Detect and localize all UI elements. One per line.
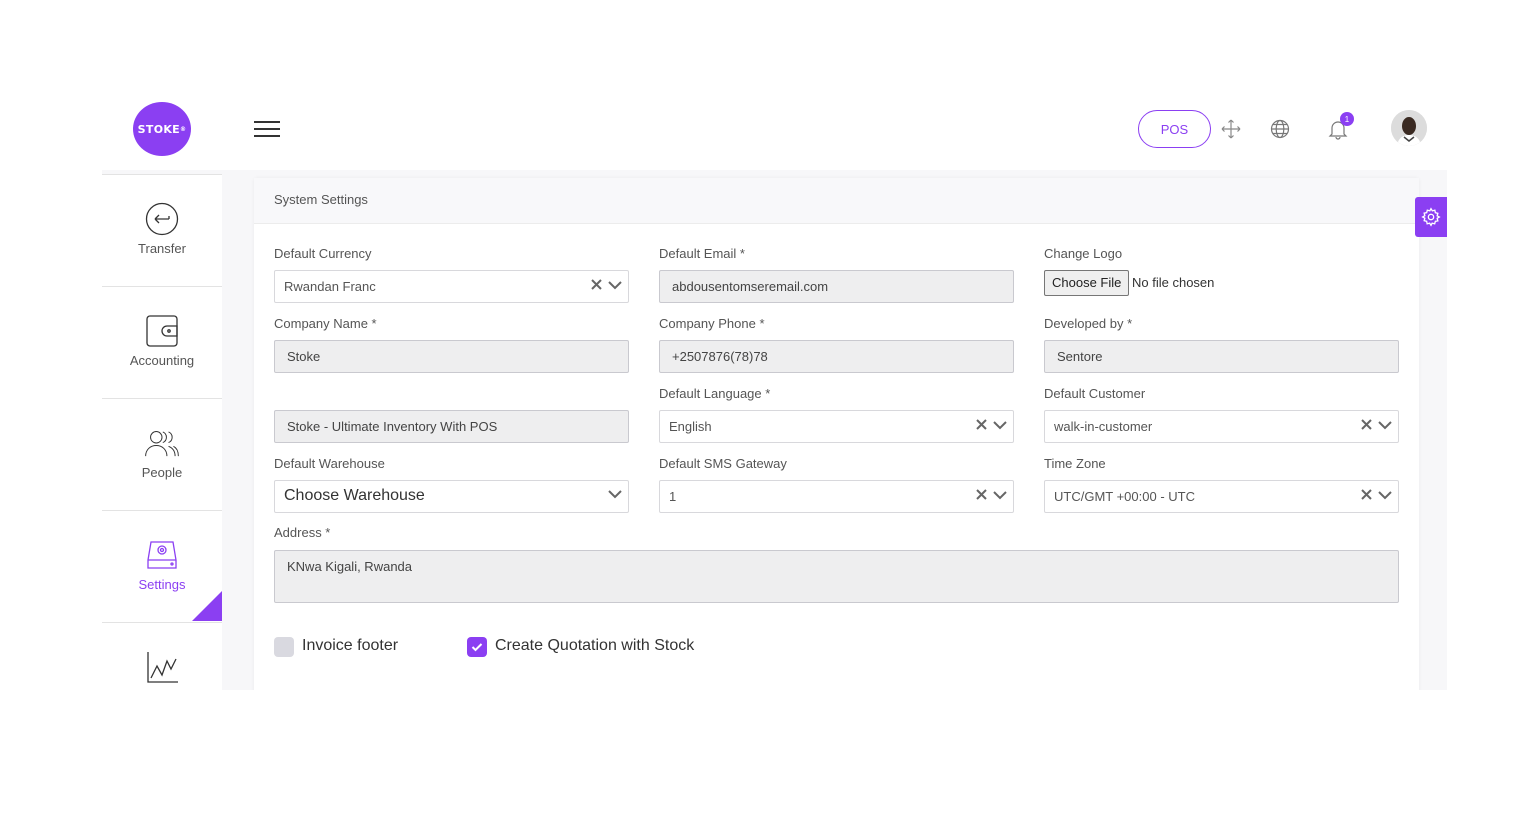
address-label: Address *	[274, 525, 331, 540]
gear-icon	[1421, 207, 1441, 227]
developed-by-input[interactable]: Sentore	[1044, 340, 1399, 373]
default-currency-select[interactable]: Rwandan Franc	[274, 270, 629, 303]
clear-icon[interactable]	[591, 279, 602, 290]
chevron-down-icon[interactable]	[608, 489, 622, 499]
top-header: STOKE ® POS 1	[102, 88, 1447, 170]
clear-icon[interactable]	[1361, 419, 1372, 430]
footer-text-input[interactable]: Stoke - Ultimate Inventory With POS	[274, 410, 629, 443]
sidebar-item-people[interactable]: People	[102, 398, 222, 509]
sidebar: Transfer Accounting People Settings	[102, 174, 222, 690]
clear-icon[interactable]	[976, 419, 987, 430]
address-textarea[interactable]: KNwa Kigali, Rwanda	[274, 550, 1399, 603]
quotation-with-stock-label: Create Quotation with Stock	[495, 637, 695, 654]
change-logo-label: Change Logo	[1044, 246, 1123, 261]
chevron-down-icon[interactable]	[1378, 420, 1392, 430]
default-sms-gateway-select[interactable]: 1	[659, 480, 1014, 513]
wallet-icon	[144, 313, 180, 349]
app-window: STOKE ® POS 1 Transfer Accounting People…	[102, 88, 1447, 690]
default-customer-select[interactable]: walk-in-customer	[1044, 410, 1399, 443]
chevron-down-icon[interactable]	[1378, 490, 1392, 500]
logo-text: STOKE	[137, 122, 180, 136]
default-customer-label: Default Customer	[1044, 386, 1146, 401]
time-zone-value: UTC/GMT +00:00 - UTC	[1054, 489, 1195, 504]
default-customer-value: walk-in-customer	[1054, 419, 1153, 434]
pos-button[interactable]: POS	[1138, 110, 1211, 148]
company-phone-label: Company Phone *	[659, 316, 765, 331]
sidebar-item-label: Settings	[138, 577, 186, 592]
default-language-value: English	[669, 419, 712, 434]
default-sms-gateway-label: Default SMS Gateway	[659, 456, 787, 471]
menu-icon[interactable]	[254, 121, 280, 139]
people-icon	[144, 425, 180, 461]
fullscreen-icon[interactable]	[1220, 118, 1242, 140]
invoice-footer-label: Invoice footer	[302, 637, 399, 654]
default-email-label: Default Email *	[659, 246, 745, 261]
company-name-label: Company Name *	[274, 316, 377, 331]
chevron-down-icon[interactable]	[608, 280, 622, 290]
time-zone-select[interactable]: UTC/GMT +00:00 - UTC	[1044, 480, 1399, 513]
active-indicator	[192, 591, 222, 621]
default-currency-value: Rwandan Franc	[284, 279, 376, 294]
time-zone-label: Time Zone	[1044, 456, 1106, 471]
company-name-input[interactable]: Stoke	[274, 340, 629, 373]
avatar[interactable]	[1391, 110, 1427, 146]
settings-icon	[144, 537, 180, 573]
default-currency-label: Default Currency	[274, 246, 372, 261]
sidebar-item-label: Transfer	[138, 241, 186, 256]
sidebar-item-accounting[interactable]: Accounting	[102, 286, 222, 397]
sidebar-item-reports[interactable]	[102, 622, 222, 690]
choose-file-button[interactable]: Choose File	[1044, 270, 1130, 296]
system-settings-card: System Settings Default Currency Rwandan…	[254, 178, 1419, 690]
transfer-icon	[144, 201, 180, 237]
globe-icon[interactable]	[1269, 118, 1291, 140]
default-email-input[interactable]: abdousentomseremail.com	[659, 270, 1014, 303]
quotation-with-stock-checkbox[interactable]	[467, 637, 487, 657]
clear-icon[interactable]	[1361, 489, 1372, 500]
sidebar-item-transfer[interactable]: Transfer	[102, 174, 222, 285]
company-phone-input[interactable]: +2507876(78)78	[659, 340, 1014, 373]
file-status: No file chosen	[1132, 275, 1215, 290]
default-language-select[interactable]: English	[659, 410, 1014, 443]
sidebar-item-label: People	[141, 465, 183, 480]
sidebar-item-settings[interactable]: Settings	[102, 510, 222, 621]
default-warehouse-label: Default Warehouse	[274, 456, 385, 471]
default-warehouse-value: Choose Warehouse	[284, 487, 425, 504]
sidebar-item-label: Accounting	[129, 353, 195, 368]
chart-icon	[144, 649, 180, 685]
developed-by-label: Developed by *	[1044, 316, 1133, 331]
default-language-label: Default Language *	[659, 386, 771, 401]
default-sms-gateway-value: 1	[669, 489, 677, 504]
card-title: System Settings	[254, 178, 1419, 224]
logo-mark: ®	[180, 125, 187, 133]
invoice-footer-checkbox[interactable]	[274, 637, 294, 657]
brand-logo[interactable]: STOKE ®	[133, 102, 191, 156]
default-warehouse-select[interactable]: Choose Warehouse	[274, 480, 629, 513]
notification-badge: 1	[1340, 112, 1354, 126]
clear-icon[interactable]	[976, 489, 987, 500]
check-icon	[471, 643, 483, 652]
chevron-down-icon[interactable]	[993, 490, 1007, 500]
customizer-gear-button[interactable]	[1415, 197, 1447, 237]
chevron-down-icon[interactable]	[993, 420, 1007, 430]
